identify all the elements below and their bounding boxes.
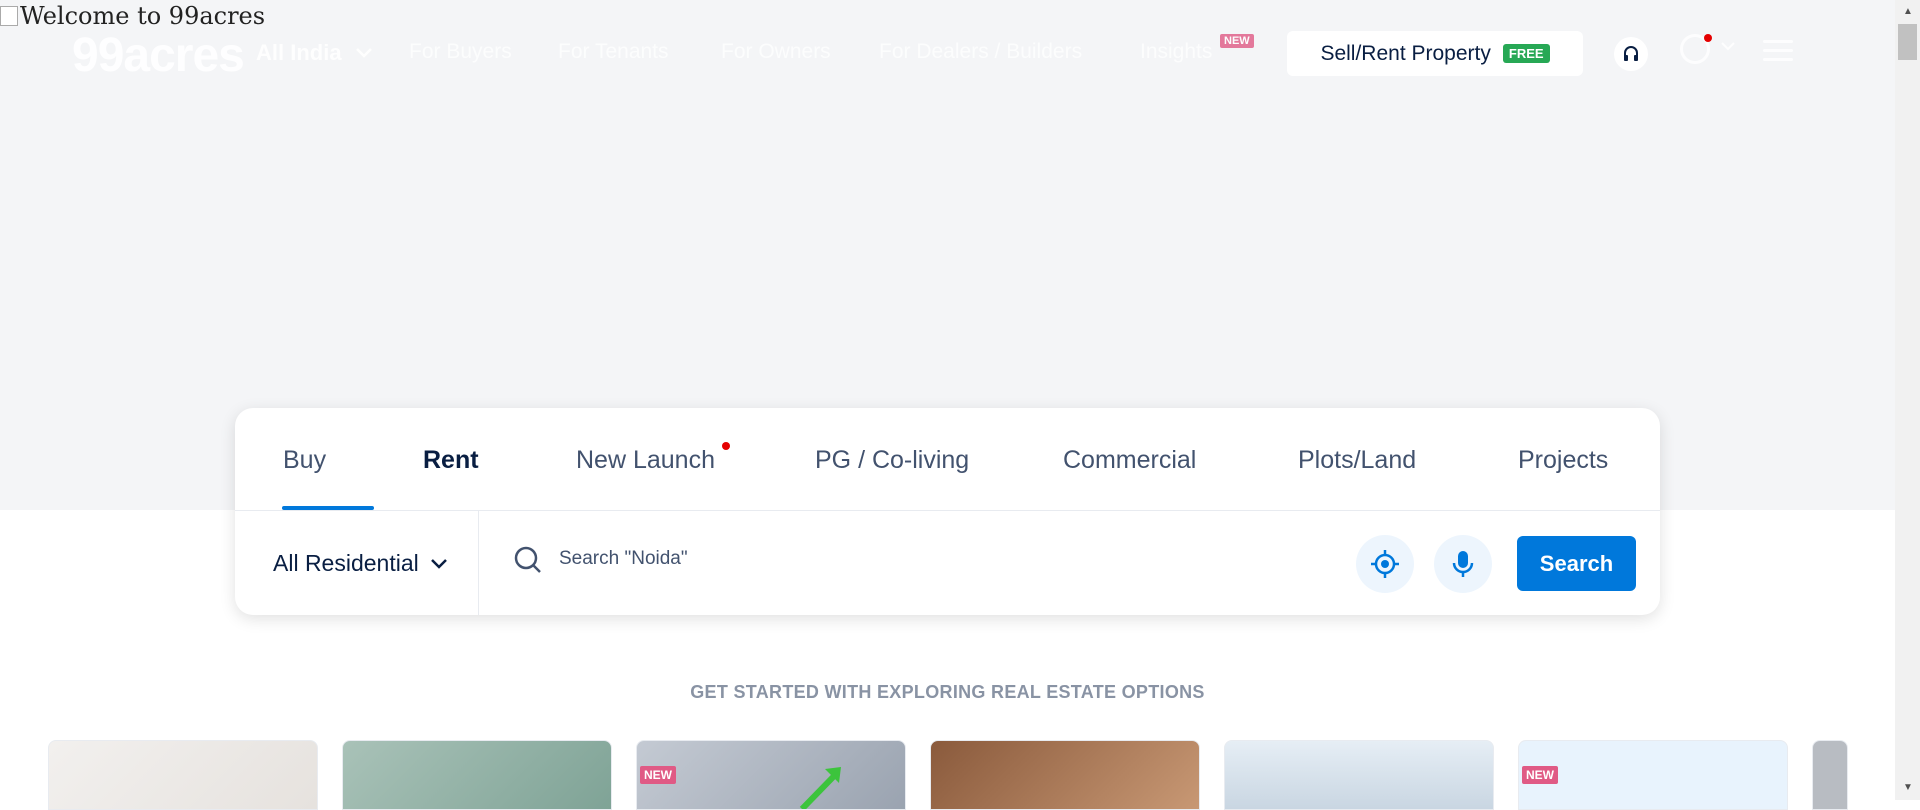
tab-commercial[interactable]: Commercial <box>1063 446 1196 475</box>
scroll-up-arrow[interactable]: ▲ <box>1903 6 1913 17</box>
tab-pg-co-living[interactable]: PG / Co-living <box>815 446 969 475</box>
tile-new-badge: NEW <box>1522 766 1558 784</box>
search-divider <box>478 511 479 615</box>
chevron-down-icon <box>430 558 447 569</box>
nav-for-tenants[interactable]: For Tenants <box>558 40 669 64</box>
headset-icon[interactable] <box>1614 37 1648 71</box>
chevron-down-icon <box>355 48 372 58</box>
tab-new-launch[interactable]: New Launch <box>576 446 715 475</box>
chevron-down-icon[interactable] <box>1721 42 1735 51</box>
hero-image-placeholder: Welcome to 99acres <box>0 2 265 30</box>
property-type-label: All Residential <box>273 550 419 576</box>
scroll-thumb[interactable] <box>1898 24 1917 60</box>
property-type-dropdown[interactable]: All Residential <box>273 550 447 577</box>
nav-for-owners[interactable]: For Owners <box>721 40 831 64</box>
nav-for-dealers-builders[interactable]: For Dealers / Builders <box>879 40 1082 64</box>
insights-new-badge: NEW <box>1220 34 1254 48</box>
tab-divider <box>235 510 1660 511</box>
broken-image-icon <box>0 6 18 26</box>
sell-rent-label: Sell/Rent Property <box>1320 41 1491 65</box>
scroll-down-arrow[interactable]: ▼ <box>1903 782 1913 793</box>
notification-dot <box>1704 34 1712 42</box>
tab-plots-land[interactable]: Plots/Land <box>1298 446 1416 475</box>
tab-buy[interactable]: Buy <box>283 446 326 475</box>
explore-section-title: GET STARTED WITH EXPLORING REAL ESTATE O… <box>690 682 1205 702</box>
headset-glyph-icon <box>1624 46 1638 61</box>
growth-arrow-icon <box>799 767 841 809</box>
tab-rent[interactable]: Rent <box>423 446 479 475</box>
sell-rent-property-button[interactable]: Sell/Rent Property FREE <box>1287 31 1583 76</box>
microphone-icon <box>1452 551 1474 577</box>
page-scrollbar[interactable]: ▲ ▼ <box>1895 0 1920 800</box>
city-label: All India <box>256 40 342 65</box>
search-input[interactable] <box>557 547 1081 571</box>
new-launch-dot <box>722 442 730 450</box>
site-logo[interactable]: 99acres <box>72 28 245 83</box>
free-badge: FREE <box>1502 44 1550 63</box>
search-button[interactable]: Search <box>1517 536 1636 591</box>
locate-me-button[interactable] <box>1356 535 1414 593</box>
tile-new-badge: NEW <box>640 766 676 784</box>
hero-image-alt: Welcome to 99acres <box>20 2 266 30</box>
locate-icon <box>1371 550 1399 578</box>
city-selector[interactable]: All India <box>256 40 372 66</box>
voice-search-button[interactable] <box>1434 535 1492 593</box>
tab-projects[interactable]: Projects <box>1518 446 1608 475</box>
search-icon <box>514 546 541 573</box>
hamburger-icon[interactable] <box>1763 40 1793 67</box>
search-card: Buy Rent New Launch PG / Co-living Comme… <box>235 408 1660 615</box>
nav-insights[interactable]: Insights <box>1140 40 1212 64</box>
nav-for-buyers[interactable]: For Buyers <box>409 40 512 64</box>
